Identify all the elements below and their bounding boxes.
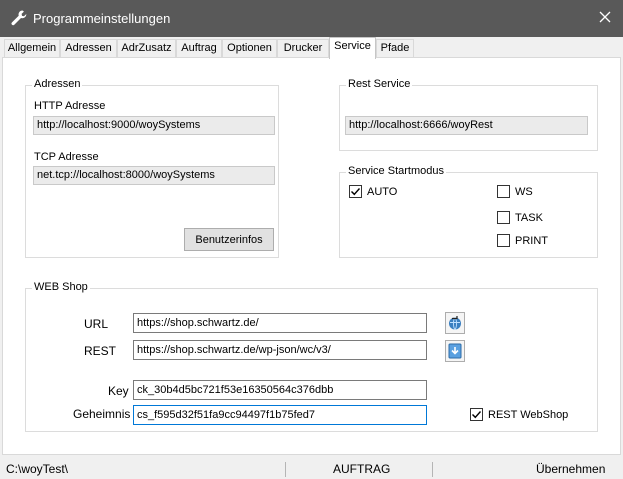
rest-download-button[interactable] <box>445 340 465 362</box>
task-checkbox[interactable]: TASK <box>497 211 543 224</box>
tab-service[interactable]: Service <box>329 37 376 59</box>
checkmark-icon <box>351 188 361 196</box>
rest-webshop-checkbox-box[interactable] <box>470 408 483 421</box>
wrench-icon <box>10 9 28 27</box>
secret-label: Geheimnis <box>73 407 131 421</box>
auto-checkbox-label: AUTO <box>367 185 398 198</box>
rest-service-field[interactable]: http://localhost:6666/woyRest <box>345 116 588 135</box>
key-input[interactable] <box>133 380 427 400</box>
webshop-group: WEB Shop URL REST Key Geheimnis <box>25 281 598 432</box>
tab-adressen[interactable]: Adressen <box>60 39 117 58</box>
status-mode: AUFTRAG <box>333 462 391 476</box>
task-checkbox-label: TASK <box>515 211 543 224</box>
startmodus-group-title: Service Startmodus <box>346 165 446 177</box>
print-checkbox[interactable]: PRINT <box>497 234 548 247</box>
print-checkbox-box[interactable] <box>497 234 510 247</box>
ws-checkbox[interactable]: WS <box>497 185 533 198</box>
status-bar: C:\woyTest\ AUFTRAG Übernehmen <box>0 459 623 479</box>
ws-checkbox-box[interactable] <box>497 185 510 198</box>
secret-input[interactable] <box>133 405 427 425</box>
rest-webshop-checkbox[interactable]: REST WebShop <box>470 408 568 421</box>
ws-checkbox-label: WS <box>515 185 533 198</box>
service-tab-panel: Adressen HTTP Adresse http://localhost:9… <box>2 57 621 455</box>
url-open-button[interactable] <box>445 312 465 334</box>
rest-label: REST <box>84 344 117 358</box>
http-address-field[interactable]: http://localhost:9000/woySystems <box>33 116 275 135</box>
tcp-address-field[interactable]: net.tcp://localhost:8000/woySystems <box>33 166 275 185</box>
title-bar: Programmeinstellungen <box>0 0 623 37</box>
status-separator <box>285 462 286 477</box>
tab-allgemein[interactable]: Allgemein <box>4 39 60 58</box>
auto-checkbox[interactable]: AUTO <box>349 185 397 198</box>
download-icon <box>448 343 462 359</box>
tab-optionen[interactable]: Optionen <box>222 39 277 58</box>
status-separator <box>432 462 433 477</box>
url-label: URL <box>84 317 109 331</box>
url-input[interactable] <box>133 313 427 333</box>
http-address-label: HTTP Adresse <box>34 100 106 112</box>
benutzerinfos-button[interactable]: Benutzerinfos <box>184 228 274 251</box>
print-checkbox-label: PRINT <box>515 234 548 247</box>
window-title: Programmeinstellungen <box>33 11 171 26</box>
globe-link-icon <box>449 316 461 330</box>
tab-strip: Allgemein Adressen AdrZusatz Auftrag Opt… <box>0 37 623 59</box>
auto-checkbox-box[interactable] <box>349 185 362 198</box>
checkmark-icon <box>472 411 482 419</box>
tab-pfade[interactable]: Pfade <box>376 39 414 58</box>
apply-button[interactable]: Übernehmen <box>536 462 605 476</box>
rest-input[interactable] <box>133 340 427 360</box>
webshop-group-title: WEB Shop <box>32 281 90 293</box>
close-button[interactable] <box>590 6 620 30</box>
tab-drucker[interactable]: Drucker <box>277 39 329 58</box>
adressen-group-title: Adressen <box>32 78 83 90</box>
rest-webshop-label: REST WebShop <box>488 408 569 421</box>
tab-adrzusatz[interactable]: AdrZusatz <box>117 39 176 58</box>
adressen-group: Adressen HTTP Adresse http://localhost:9… <box>25 78 279 258</box>
status-path: C:\woyTest\ <box>6 462 69 476</box>
task-checkbox-box[interactable] <box>497 211 510 224</box>
startmodus-group: Service Startmodus AUTO WS TASK PRINT <box>339 165 598 258</box>
tcp-address-label: TCP Adresse <box>34 151 99 163</box>
rest-service-group-title: Rest Service <box>346 78 413 90</box>
tab-auftrag[interactable]: Auftrag <box>176 39 222 58</box>
rest-service-group: Rest Service http://localhost:6666/woyRe… <box>339 78 598 151</box>
key-label: Key <box>108 384 129 398</box>
close-icon <box>599 11 611 26</box>
